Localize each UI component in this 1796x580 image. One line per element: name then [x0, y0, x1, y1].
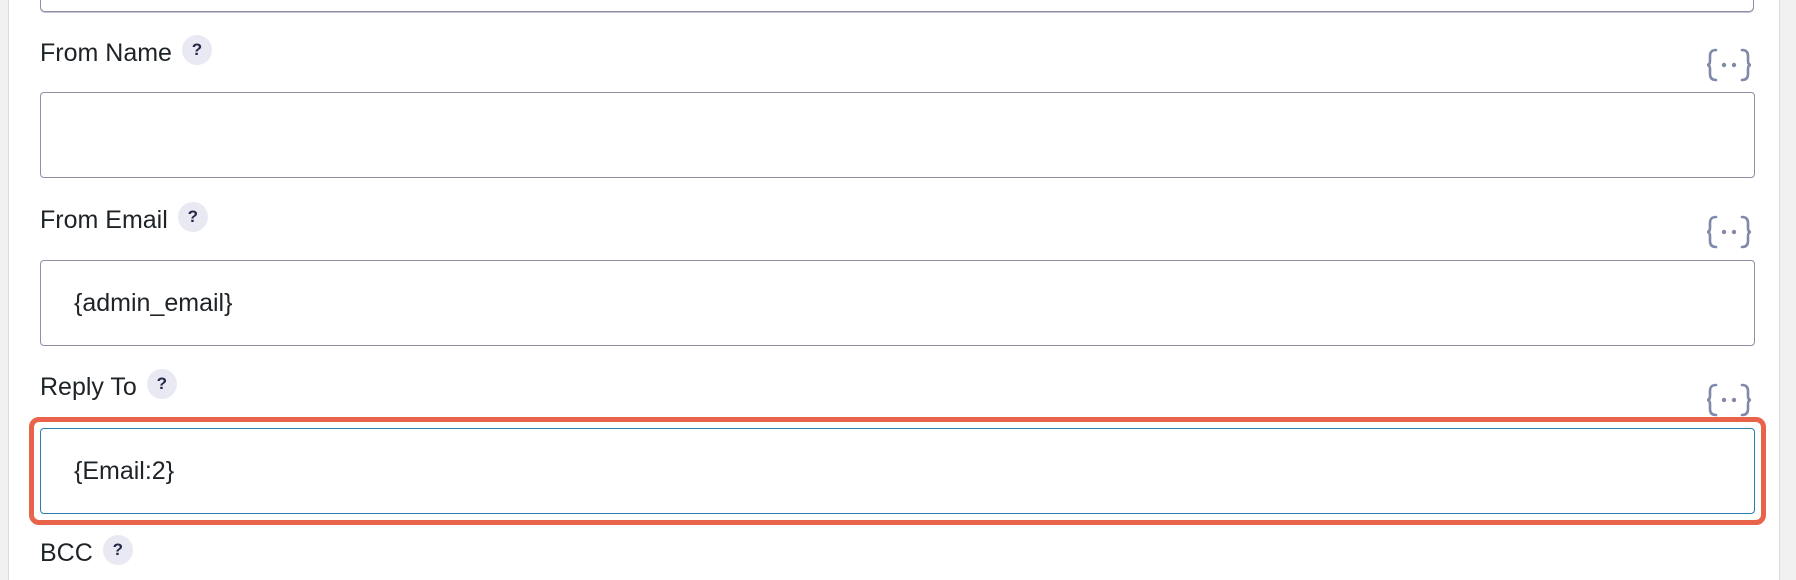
- from-name-input[interactable]: [40, 92, 1755, 178]
- merge-tag-icon[interactable]: [1706, 383, 1752, 417]
- merge-tag-icon[interactable]: [1706, 215, 1752, 249]
- reply-to-label: Reply To ?: [40, 369, 177, 402]
- from-name-label-text: From Name: [40, 38, 172, 67]
- bcc-label: BCC ?: [40, 535, 133, 568]
- reply-to-input[interactable]: [40, 428, 1755, 514]
- bcc-label-text: BCC: [40, 538, 93, 567]
- help-icon[interactable]: ?: [146, 369, 177, 399]
- help-icon[interactable]: ?: [177, 202, 208, 232]
- previous-field-input[interactable]: [40, 0, 1754, 12]
- help-icon[interactable]: ?: [102, 535, 133, 565]
- from-email-label-text: From Email: [40, 205, 168, 234]
- merge-tag-icon[interactable]: [1706, 48, 1752, 82]
- from-name-label: From Name ?: [40, 35, 212, 68]
- help-icon[interactable]: ?: [181, 35, 212, 65]
- from-email-input[interactable]: [40, 260, 1755, 346]
- reply-to-label-text: Reply To: [40, 372, 137, 401]
- from-email-label: From Email ?: [40, 202, 208, 235]
